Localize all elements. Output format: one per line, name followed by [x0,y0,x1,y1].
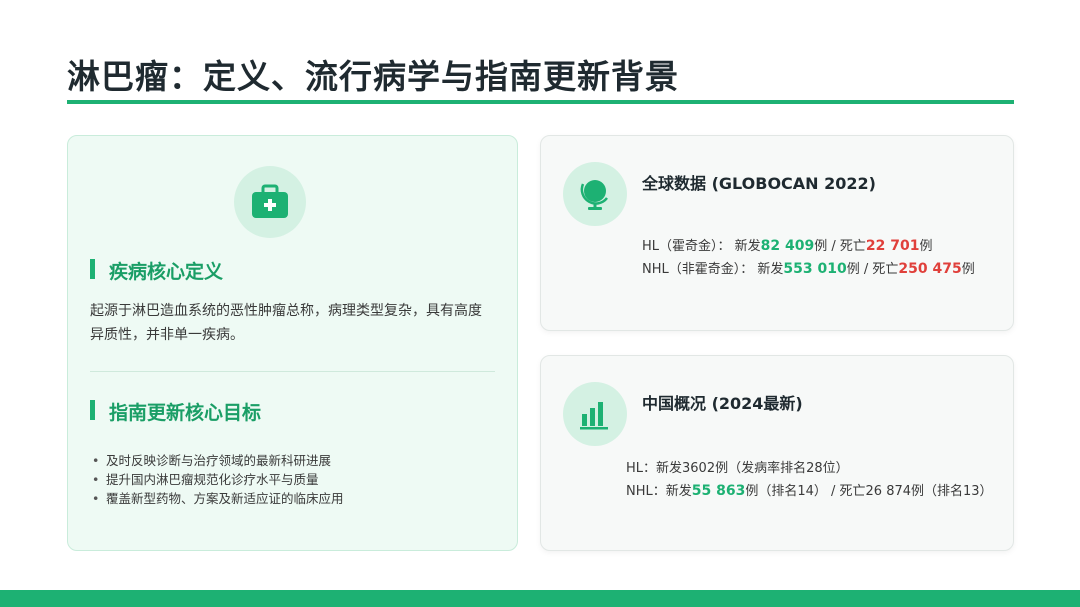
bar-chart-icon [563,382,627,446]
definition-card: 疾病核心定义 起源于淋巴造血系统的恶性肿瘤总称，病理类型复杂，具有高度异质性，并… [67,135,518,551]
page-title: 淋巴瘤：定义、流行病学与指南更新背景 [67,57,679,96]
global-hl-stat: HL（霍奇金）： 新发82 409例 / 死亡22 701例 [642,238,933,254]
china-nhl-stat: NHL：新发55 863例（排名14） / 死亡26 874例（排名13） [626,483,993,499]
divider [90,371,495,372]
medical-kit-icon [234,166,306,238]
goals-list: 及时反映诊断与治疗领域的最新科研进展 提升国内淋巴瘤规范化诊疗水平与质量 覆盖新… [90,451,344,508]
definition-text: 起源于淋巴造血系统的恶性肿瘤总称，病理类型复杂，具有高度异质性，并非单一疾病。 [90,303,482,343]
china-overview-card: 中国概况 (2024最新) HL：新发3602例（发病率排名28位） NHL：新… [540,355,1014,551]
globe-icon [563,162,627,226]
global-card-title: 全球数据 (GLOBOCAN 2022) [642,174,876,193]
global-nhl-stat: NHL（非霍奇金）： 新发553 010例 / 死亡250 475例 [642,261,975,277]
footer-bar [0,590,1080,607]
china-card-title: 中国概况 (2024最新) [642,394,803,413]
china-hl-stat: HL：新发3602例（发病率排名28位） [626,461,849,476]
global-data-card: 全球数据 (GLOBOCAN 2022) HL（霍奇金）： 新发82 409例 … [540,135,1014,331]
list-item: 覆盖新型药物、方案及新适应证的临床应用 [90,489,344,508]
list-item: 及时反映诊断与治疗领域的最新科研进展 [90,451,344,470]
list-item: 提升国内淋巴瘤规范化诊疗水平与质量 [90,470,344,489]
title-underline [67,100,1014,104]
